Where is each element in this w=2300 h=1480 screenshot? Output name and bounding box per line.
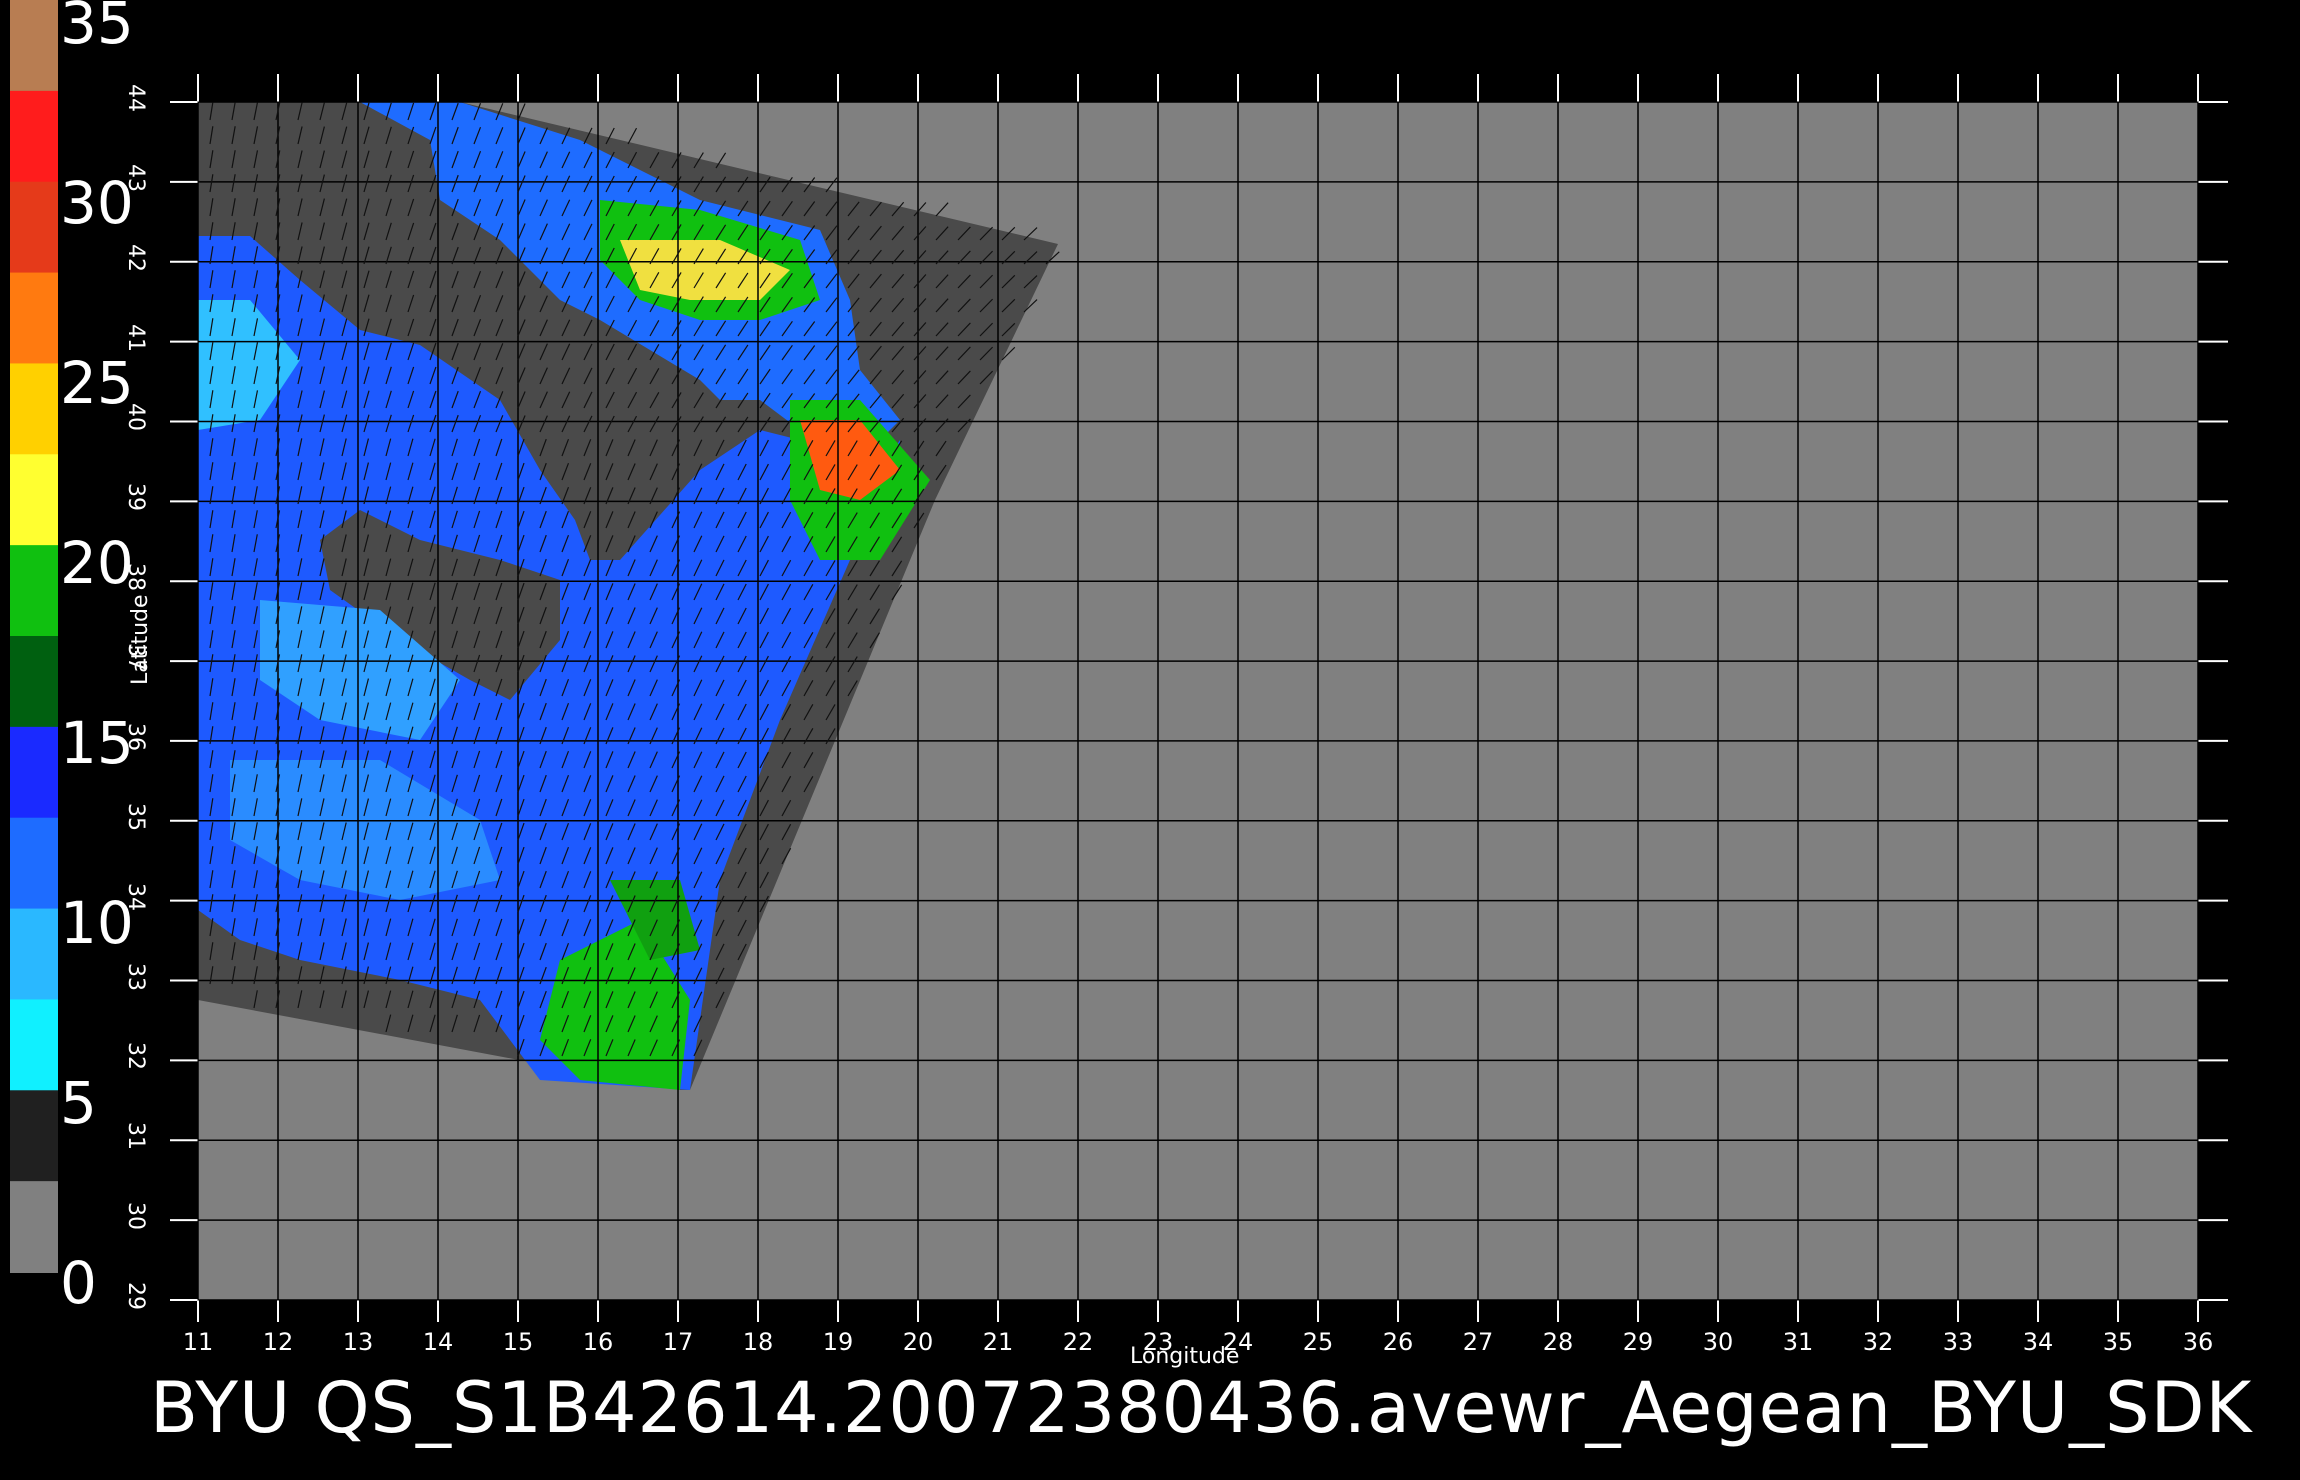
y-tick-label: 33: [123, 962, 148, 991]
y-tick-label: 43: [123, 163, 148, 192]
x-tick-label: 16: [582, 1328, 614, 1356]
x-tick-label: 18: [742, 1328, 774, 1356]
y-tick-label: 41: [123, 323, 148, 352]
y-tick-label: 35: [123, 802, 148, 831]
x-tick-label: 34: [2022, 1328, 2054, 1356]
x-tick-label: 32: [1862, 1328, 1894, 1356]
x-tick-label: 28: [1542, 1328, 1574, 1356]
x-tick-label: 20: [902, 1328, 934, 1356]
x-tick-label: 35: [2102, 1328, 2134, 1356]
y-tick-label: 31: [123, 1122, 148, 1151]
x-tick-label: 19: [822, 1328, 854, 1356]
y-tick-label: 34: [123, 882, 148, 911]
y-tick-label: 32: [123, 1042, 148, 1071]
x-tick-label: 12: [262, 1328, 294, 1356]
x-tick-label: 13: [342, 1328, 374, 1356]
x-tick-label: 29: [1622, 1328, 1654, 1356]
x-tick-label: 26: [1382, 1328, 1414, 1356]
y-tick-label: 42: [123, 243, 148, 272]
y-tick-label: 30: [123, 1202, 148, 1231]
x-tick-label: 25: [1302, 1328, 1334, 1356]
x-tick-label: 36: [2182, 1328, 2214, 1356]
x-tick-label: 27: [1462, 1328, 1494, 1356]
y-tick-label: 36: [123, 722, 148, 751]
y-tick-label: 39: [123, 483, 148, 512]
x-axis-title: Longitude: [1130, 1344, 1240, 1369]
y-tick-label: 44: [123, 84, 148, 112]
footer-title: BYU QS_S1B42614.20072380436.avewr_Aegean…: [150, 1368, 2253, 1448]
x-tick-label: 15: [502, 1328, 534, 1356]
x-tick-label: 21: [982, 1328, 1014, 1356]
x-tick-label: 14: [422, 1328, 454, 1356]
y-axis-title: Latitude: [128, 594, 153, 685]
wind-speed-map: [170, 74, 2228, 1322]
y-tick-label: 38: [123, 563, 148, 592]
x-tick-label: 33: [1942, 1328, 1974, 1356]
y-tick-label: 29: [123, 1282, 148, 1310]
y-tick-label: 40: [123, 403, 148, 432]
x-tick-label: 30: [1702, 1328, 1734, 1356]
x-tick-label: 31: [1782, 1328, 1814, 1356]
x-tick-label: 11: [182, 1328, 214, 1356]
x-tick-label: 22: [1062, 1328, 1094, 1356]
x-tick-label: 17: [662, 1328, 694, 1356]
